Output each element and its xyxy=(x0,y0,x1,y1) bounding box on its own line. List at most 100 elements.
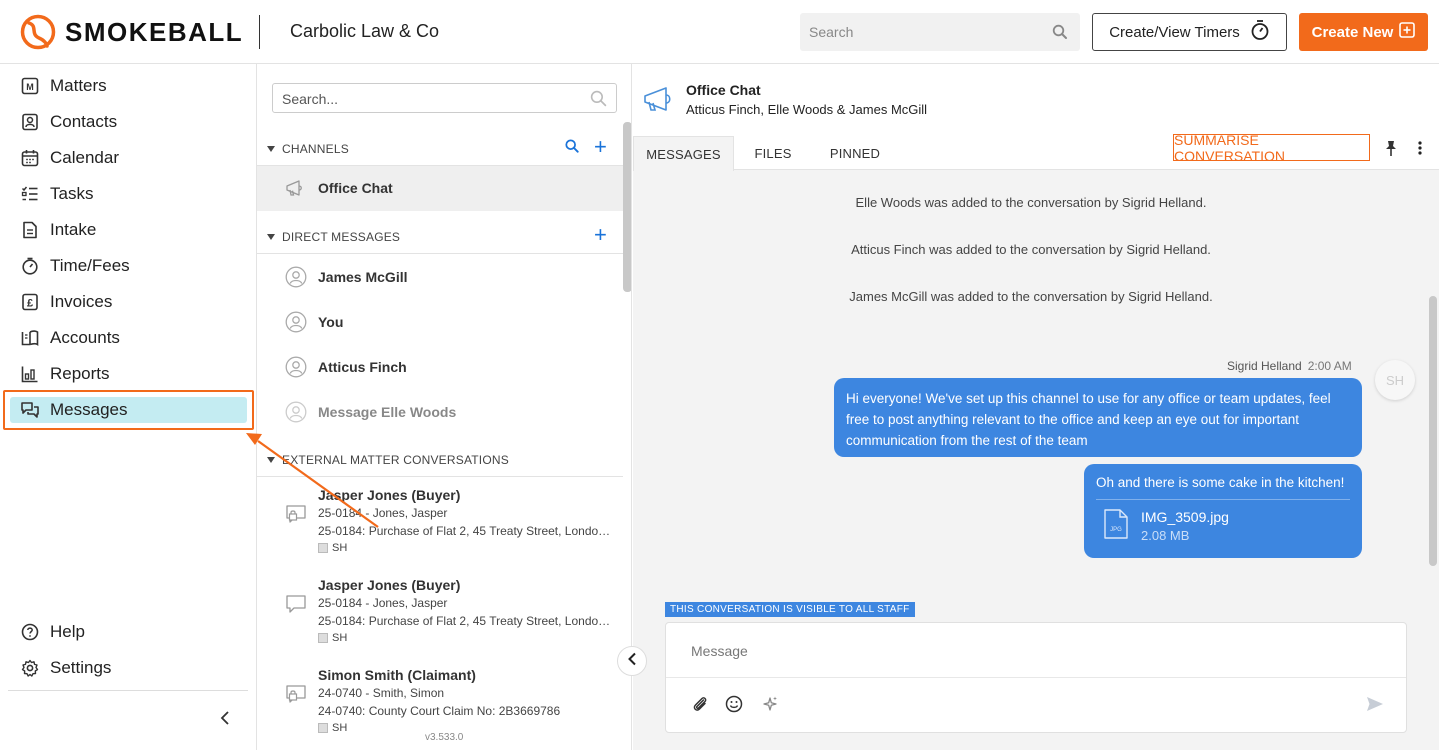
global-search-input[interactable]: Search xyxy=(800,13,1080,51)
tab-messages[interactable]: MESSAGES xyxy=(633,136,734,171)
participant-initials: SH xyxy=(332,632,348,644)
participant-checkbox xyxy=(318,723,328,733)
sender-name: Sigrid Helland xyxy=(1227,359,1302,373)
chat-scrollbar[interactable] xyxy=(1429,296,1437,566)
nav-item-settings[interactable]: Settings xyxy=(18,654,111,682)
conversation-matter: 24-0740 - Smith, Simon xyxy=(318,686,445,700)
lock-chat-icon xyxy=(285,683,309,710)
more-options-icon[interactable] xyxy=(1418,140,1422,161)
message-sender-line: Sigrid Helland 2:00 AM xyxy=(1227,359,1352,373)
conversation-participants: SH xyxy=(318,722,347,734)
add-channel-plus-icon[interactable]: + xyxy=(594,136,607,158)
conversations-panel: Search... CHANNELS + Office Chat DIRECT … xyxy=(257,64,632,750)
external-conversations-section-header[interactable]: EXTERNAL MATTER CONVERSATIONS xyxy=(267,453,509,467)
nav-item-matters[interactable]: M Matters xyxy=(18,72,107,100)
participant-checkbox xyxy=(318,543,328,553)
channels-heading: CHANNELS xyxy=(282,142,349,156)
ai-sparkle-icon[interactable] xyxy=(761,695,779,718)
timers-button-label: Create/View Timers xyxy=(1109,23,1240,41)
firm-name: Carbolic Law & Co xyxy=(290,21,440,41)
collapse-nav-chevron-icon[interactable] xyxy=(218,710,232,731)
chat-bubble-icon xyxy=(285,593,309,620)
visibility-badge: THIS CONVERSATION IS VISIBLE TO ALL STAF… xyxy=(665,602,915,617)
channel-name: Office Chat xyxy=(318,180,393,196)
summarise-conversation-button[interactable]: SUMMARISE CONVERSATION xyxy=(1173,132,1370,164)
create-view-timers-button[interactable]: Create/View Timers xyxy=(1092,13,1287,51)
avatar[interactable]: SH xyxy=(1375,360,1415,400)
conversations-scrollbar[interactable] xyxy=(623,122,631,292)
megaphone-icon xyxy=(642,84,676,119)
nav-label: Matters xyxy=(50,76,107,95)
nav-label: Invoices xyxy=(50,292,113,311)
app-version: v3.533.0 xyxy=(425,732,464,743)
dm-item-message-elle-woods[interactable]: Message Elle Woods xyxy=(285,401,456,423)
contacts-icon xyxy=(18,110,42,134)
paperclip-icon[interactable] xyxy=(691,695,709,718)
dm-item-atticus-finch[interactable]: Atticus Finch xyxy=(285,356,407,378)
section-divider xyxy=(257,253,623,254)
dm-item-you[interactable]: You xyxy=(285,311,343,333)
system-message: Elle Woods was added to the conversation… xyxy=(855,195,1207,210)
file-type-label: JPG xyxy=(1110,527,1122,533)
nav-label: Contacts xyxy=(50,112,118,131)
message-bubble-with-attachment[interactable]: Oh and there is some cake in the kitchen… xyxy=(1084,464,1362,558)
create-new-button[interactable]: Create New xyxy=(1299,13,1428,51)
nav-item-accounts[interactable]: Accounts xyxy=(18,324,120,352)
nav-label: Time/Fees xyxy=(50,256,130,275)
header-divider xyxy=(259,15,260,49)
lock-chat-icon xyxy=(285,503,309,530)
tab-pinned[interactable]: PINNED xyxy=(823,136,887,170)
nav-item-invoices[interactable]: £ Invoices xyxy=(18,288,112,316)
nav-item-calendar[interactable]: Calendar xyxy=(18,144,119,172)
add-direct-message-plus-icon[interactable]: + xyxy=(594,224,607,246)
message-bubble[interactable]: Hi everyone! We've set up this channel t… xyxy=(834,378,1362,457)
section-divider xyxy=(257,476,623,477)
stopwatch-icon xyxy=(18,254,42,278)
nav-label: Intake xyxy=(50,220,97,239)
nav-item-tasks[interactable]: Tasks xyxy=(18,180,93,208)
stopwatch-icon xyxy=(1250,19,1270,45)
user-avatar-icon xyxy=(285,311,307,333)
emoji-icon[interactable] xyxy=(725,695,743,718)
channel-search-icon[interactable] xyxy=(565,139,579,158)
pin-icon[interactable] xyxy=(1383,140,1399,162)
nav-item-help[interactable]: Help xyxy=(18,618,85,646)
attachment-filename[interactable]: IMG_3509.jpg xyxy=(1141,509,1229,525)
dm-item-james-mcgill[interactable]: James McGill xyxy=(285,266,408,288)
nav-item-intake[interactable]: Intake xyxy=(18,216,96,244)
collapse-triangle-icon xyxy=(267,234,275,240)
smokeball-logo[interactable]: SMOKEBALL xyxy=(20,14,243,50)
reports-icon xyxy=(18,362,42,386)
send-icon[interactable] xyxy=(1366,696,1384,717)
message-composer[interactable]: Message xyxy=(665,622,1407,733)
conversation-description: 24-0740: County Court Claim No: 2B366978… xyxy=(318,704,561,718)
conversation-matter: 25-0184 - Jones, Jasper xyxy=(318,506,448,520)
direct-messages-section-header[interactable]: DIRECT MESSAGES xyxy=(267,230,400,244)
user-avatar-icon xyxy=(285,266,307,288)
composer-divider xyxy=(666,677,1406,678)
dm-name: Atticus Finch xyxy=(318,359,407,375)
nav-label: Reports xyxy=(50,364,110,383)
user-avatar-icon xyxy=(285,401,307,423)
dm-heading: DIRECT MESSAGES xyxy=(282,230,401,244)
svg-text:M: M xyxy=(26,82,34,92)
nav-item-contacts[interactable]: Contacts xyxy=(18,108,117,136)
megaphone-icon xyxy=(285,177,307,199)
collapse-panel-button[interactable] xyxy=(617,646,647,676)
conversation-search-input[interactable]: Search... xyxy=(272,83,617,113)
attachment-size: 2.08 MB xyxy=(1141,528,1190,543)
nav-item-reports[interactable]: Reports xyxy=(18,360,110,388)
help-label: Help xyxy=(50,622,85,641)
nav-label: Accounts xyxy=(50,328,120,347)
conversation-matter: 25-0184 - Jones, Jasper xyxy=(318,596,448,610)
attachment-divider xyxy=(1096,499,1350,500)
conversation-title: Jasper Jones (Buyer) xyxy=(318,487,461,503)
nav-item-time-fees[interactable]: Time/Fees xyxy=(18,252,130,280)
chat-panel: Office Chat Atticus Finch, Elle Woods & … xyxy=(633,64,1439,750)
channels-section-header[interactable]: CHANNELS xyxy=(267,142,349,156)
tab-files[interactable]: FILES xyxy=(743,136,803,170)
help-icon xyxy=(18,620,42,644)
conversation-description: 25-0184: Purchase of Flat 2, 45 Treaty S… xyxy=(318,524,616,538)
conversation-title: Simon Smith (Claimant) xyxy=(318,667,476,683)
jpg-file-icon: JPG xyxy=(1104,509,1128,542)
